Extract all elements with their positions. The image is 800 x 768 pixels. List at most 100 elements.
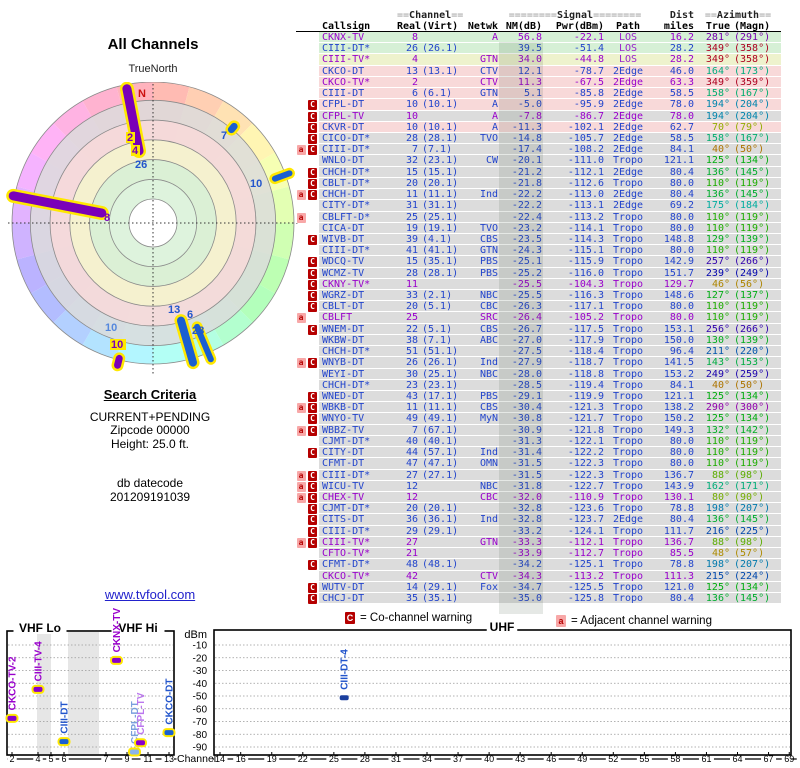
nm-cell: -35.0: [511, 592, 542, 604]
network-cell: PBS: [479, 267, 498, 279]
nm-cell: -21.8: [511, 177, 542, 189]
path-cell: Tropo: [612, 357, 644, 369]
virtual-channel-cell: (26.1): [422, 43, 459, 55]
true-azimuth-cell: 239°: [705, 267, 730, 279]
true-azimuth-cell: 211°: [705, 346, 730, 358]
network-cell: CW: [485, 155, 498, 167]
magnetic-azimuth-cell: (207°): [734, 503, 771, 515]
real-channel-cell: 21: [405, 548, 418, 560]
table-row: C CBLT-DT* 20 (20.1) -21.8 -112.6 Tropo 80.0 110…: [296, 177, 781, 190]
pwr-cell: -114.3: [567, 233, 604, 245]
path-cell: Tropo: [612, 570, 644, 582]
distance-cell: 141.5: [663, 357, 694, 369]
callsign-cell: WEYI-DT: [322, 368, 365, 380]
table-row: CFMT-DT 47 (47.1) OMN -31.5 -122.3 Tropo 80.0 11…: [296, 458, 781, 470]
network-cell: NBC: [479, 480, 498, 492]
dbm-axis-label: dBm: [184, 629, 207, 641]
virtual-channel-cell: (5.1): [422, 301, 453, 313]
real-channel-cell: 41: [405, 245, 418, 257]
magnetic-azimuth-cell: (266°): [734, 323, 771, 335]
nm-cell: -27.9: [511, 357, 542, 369]
distance-cell: 129.7: [663, 278, 694, 290]
co-channel-warning-icon: C: [308, 403, 317, 414]
dbm-tick-label: -20: [193, 653, 208, 664]
path-cell: Tropo: [612, 368, 644, 380]
station-marker: [136, 740, 145, 746]
warning-c-cell: C: [306, 99, 319, 111]
true-azimuth-cell: 158°: [705, 88, 730, 100]
network-cell: CBS: [479, 402, 498, 414]
real-channel-cell: 20: [405, 503, 418, 515]
real-channel-cell: 29: [405, 525, 418, 537]
distance-cell: 58.5: [669, 88, 694, 100]
chart-title: VHF Hi: [118, 621, 157, 635]
pwr-cell: -113.0: [567, 189, 604, 201]
real-channel-cell: 25: [405, 312, 418, 324]
distance-cell: 80.0: [669, 222, 694, 234]
group-azimuth: ==Azimuth==: [704, 10, 772, 21]
station-marker-label: CKCO-TV-2: [8, 656, 19, 710]
network-cell: CBS: [479, 323, 498, 335]
distance-cell: 80.0: [669, 301, 694, 313]
real-channel-cell: 15: [405, 166, 418, 178]
true-azimuth-cell: 175°: [705, 200, 730, 212]
pwr-cell: -122.7: [567, 480, 604, 492]
co-channel-warning-icon: C: [308, 582, 317, 593]
pwr-cell: -44.8: [573, 54, 604, 66]
real-channel-cell: 23: [405, 379, 418, 391]
virtual-channel-cell: (13.1): [422, 65, 459, 77]
tvfool-link[interactable]: www.tvfool.com: [105, 587, 195, 602]
real-channel-cell: 12: [405, 480, 418, 492]
vhf-fm-gap-band: [68, 632, 99, 754]
virtual-channel-cell: (7.1): [422, 144, 453, 156]
warning-c-cell: C: [306, 470, 319, 481]
real-channel-cell: 6: [411, 88, 418, 100]
warning-c-cell: C: [306, 402, 319, 414]
warning-c-cell: C: [306, 189, 319, 201]
dbm-tick-label: -60: [193, 704, 208, 715]
path-cell: Tropo: [612, 536, 644, 548]
real-channel-cell: 8: [411, 32, 418, 43]
nm-cell: -25.5: [511, 290, 542, 302]
col-nm: NM(dB): [505, 21, 542, 32]
distance-cell: 121.0: [663, 581, 694, 593]
virtual-channel-cell: (7.1): [422, 334, 453, 346]
real-channel-cell: 36: [405, 514, 418, 526]
path-cell: Tropo: [612, 323, 644, 335]
distance-cell: 80.0: [669, 177, 694, 189]
callsign-cell: CFMT-DT*: [322, 559, 371, 571]
pwr-cell: -119.9: [567, 391, 604, 402]
callsign-cell: CHEX-TV: [322, 491, 365, 503]
true-azimuth-cell: 198°: [705, 559, 730, 571]
callsign-cell: CKVR-DT: [322, 121, 365, 133]
network-cell: CTV: [479, 65, 498, 77]
station-marker: [164, 730, 174, 736]
path-cell: Tropo: [612, 290, 644, 302]
pwr-cell: -125.8: [567, 592, 604, 604]
table-row: WKBW-DT 38 (7.1) ABC -27.0 -117.9 Tropo 150.0 13…: [296, 334, 781, 347]
tvfool-report: All Channels TrueNorth N 2 4 26 7 10 8 13 6 28 10 1…: [0, 0, 800, 768]
real-channel-cell: 11: [405, 402, 418, 414]
magnetic-azimuth-cell: (204°): [734, 99, 771, 111]
radar-channel-label: 10: [111, 339, 123, 351]
real-channel-cell: 32: [405, 155, 418, 167]
virtual-channel-cell: (28.1): [422, 267, 459, 279]
search-height: Height: 25.0 ft.: [110, 436, 190, 451]
magnetic-azimuth-cell: (98°): [734, 536, 765, 548]
callsign-cell: CBLT-DT: [322, 301, 365, 313]
warning-c-cell: C: [306, 593, 319, 604]
nm-cell: 11.3: [517, 76, 542, 88]
distance-cell: 46.0: [669, 65, 694, 77]
pwr-cell: -117.1: [567, 301, 604, 313]
path-cell: LOS: [618, 32, 638, 43]
path-cell: Tropo: [612, 278, 644, 290]
table-row: CIII-DT 6 (6.1) GTN 5.1 -85.8 2Edge 58.5 158° (16…: [296, 88, 781, 100]
adjacent-warning-icon: a: [296, 212, 306, 223]
callsign-cell: CKNY-TV*: [322, 278, 371, 290]
station-marker: [59, 739, 69, 745]
magnetic-azimuth-cell: (134°): [734, 391, 771, 402]
true-azimuth-cell: 125°: [705, 391, 730, 402]
table-row: C CHCH-DT* 15 (15.1) -21.2 -112.1 2Edge 80.4 136…: [296, 166, 781, 178]
station-bar: [227, 122, 238, 134]
magnetic-azimuth-cell: (90°): [734, 491, 765, 503]
